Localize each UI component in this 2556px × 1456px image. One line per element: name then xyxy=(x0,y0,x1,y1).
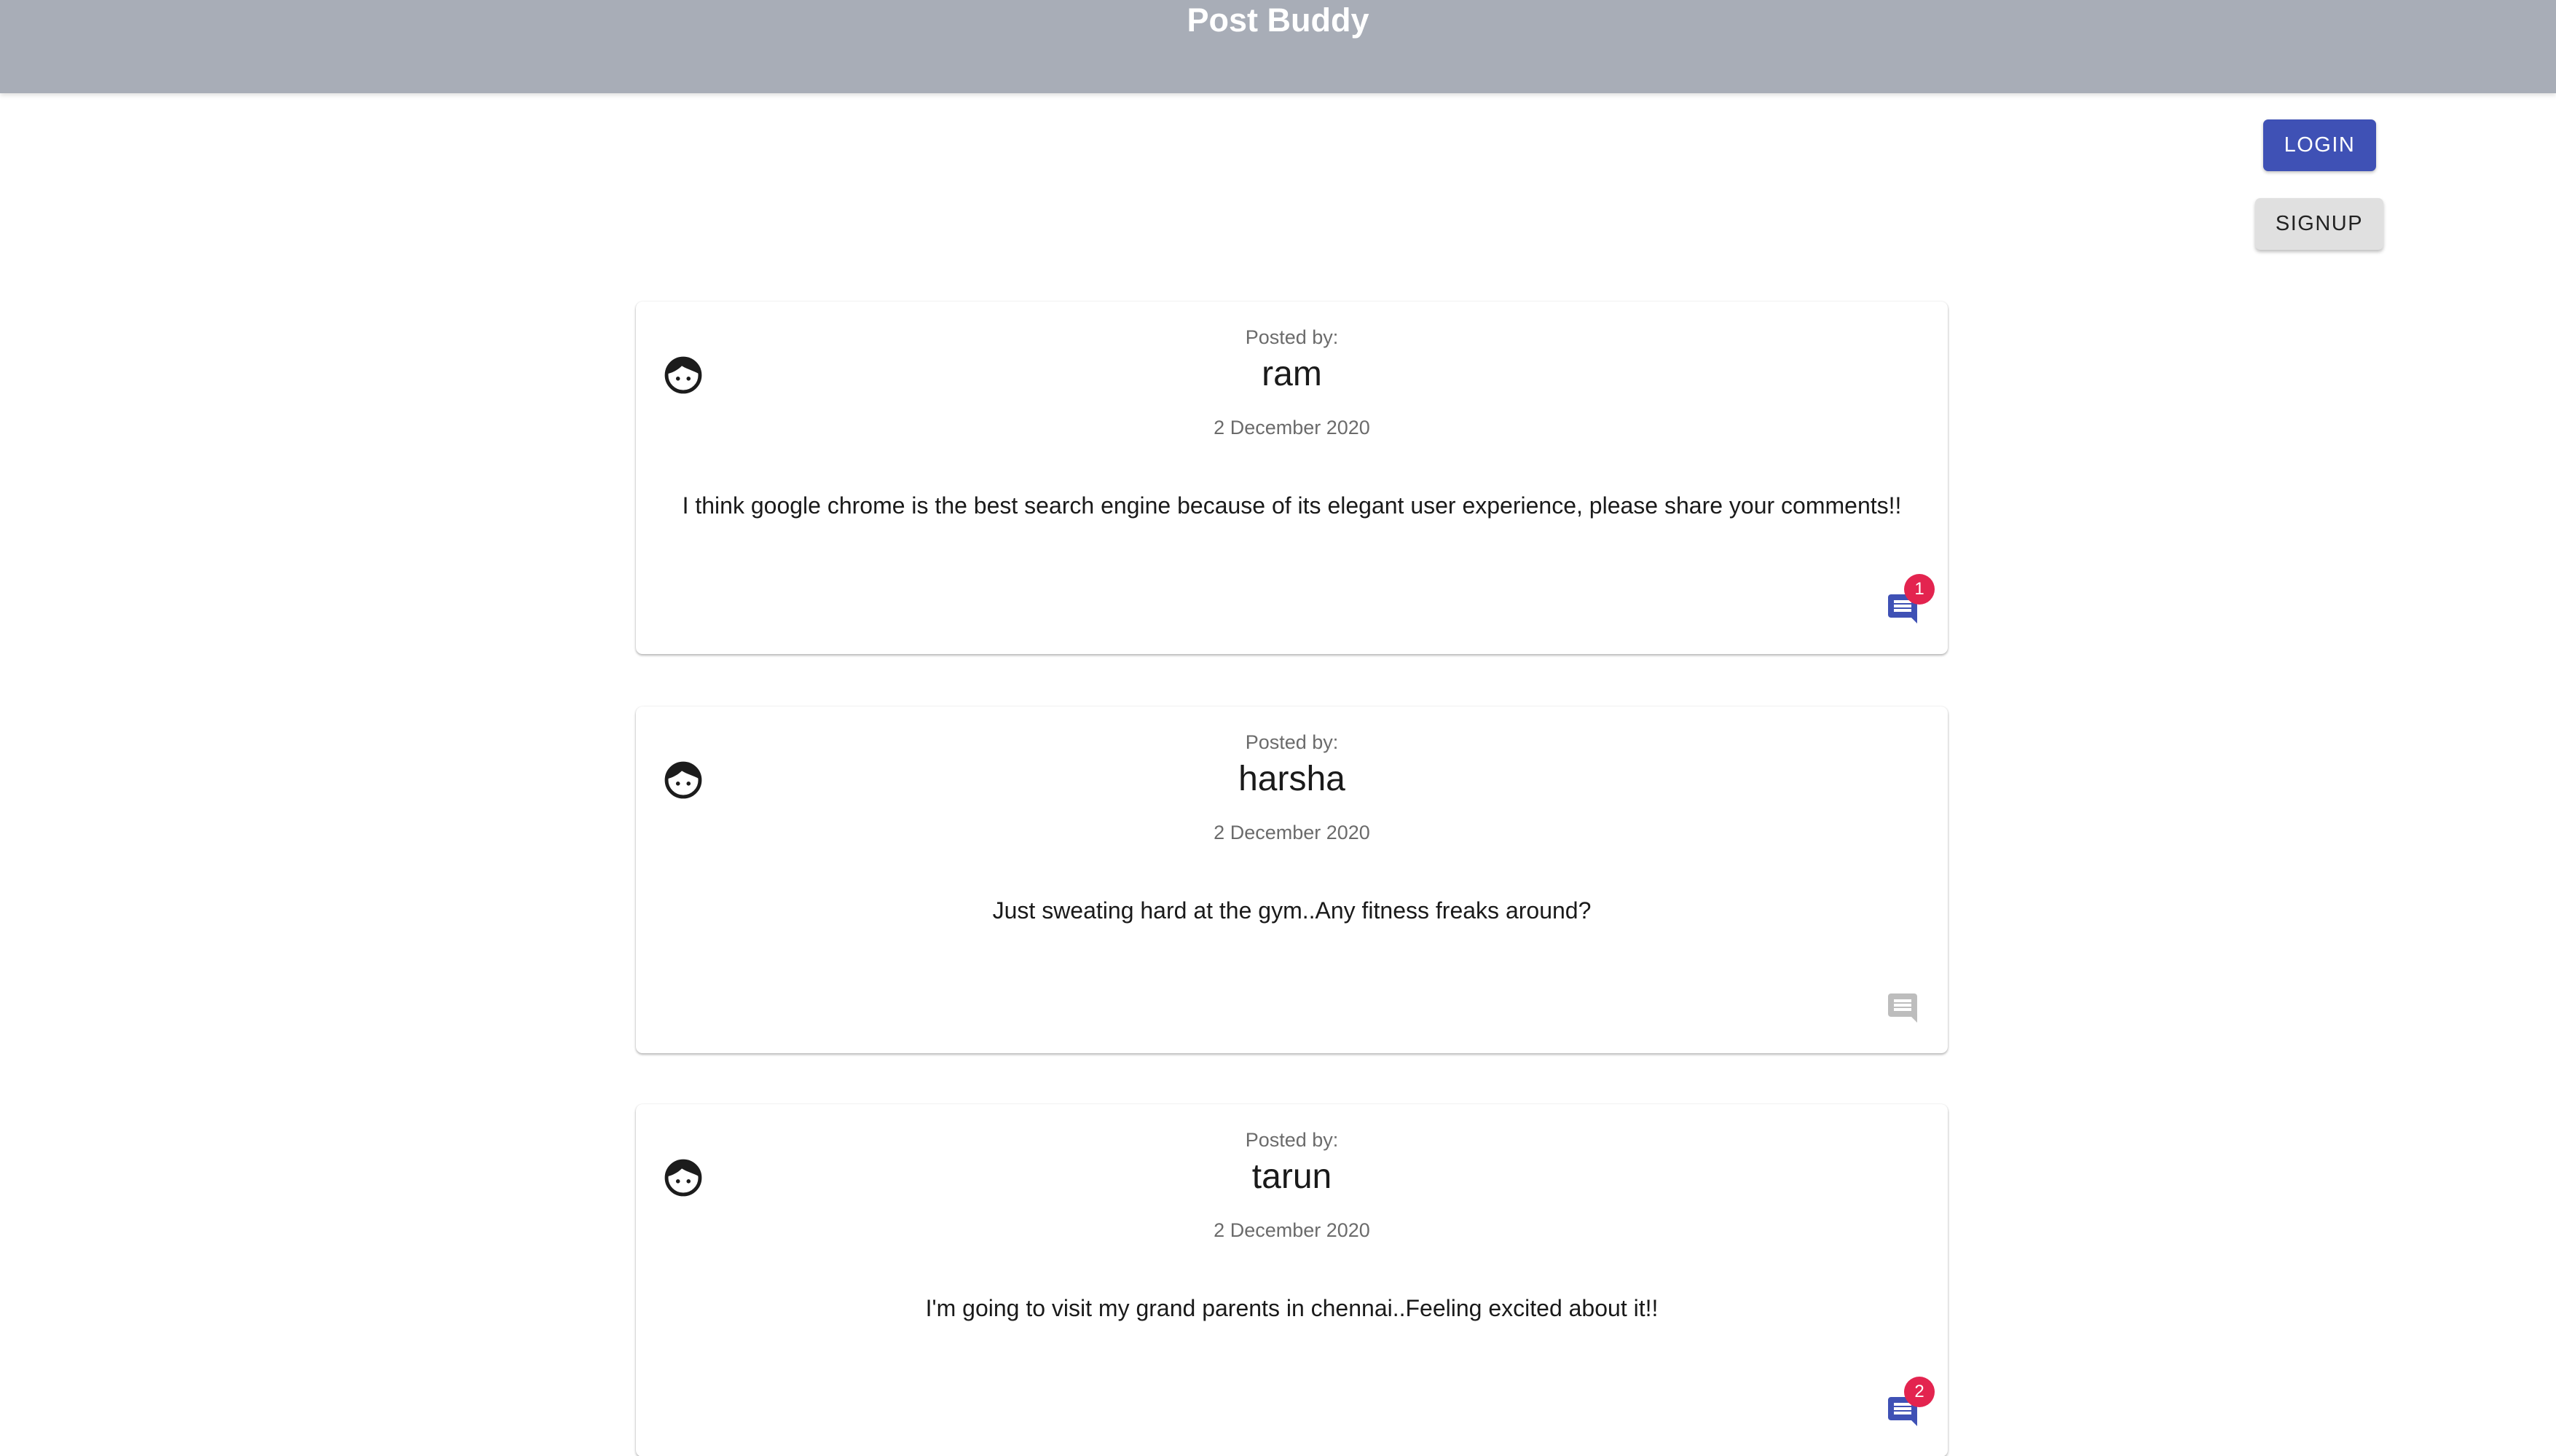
post-card: Posted by: harsha 2 December 2020 Just s… xyxy=(636,707,1948,1053)
posted-by-label: Posted by: xyxy=(1245,1129,1339,1151)
signup-button[interactable]: SIGNUP xyxy=(2255,198,2383,250)
post-date: 2 December 2020 xyxy=(1214,417,1370,438)
comment-button[interactable]: 2 xyxy=(1885,1377,1935,1429)
app-title: Post Buddy xyxy=(1187,1,1369,39)
post-author: ram xyxy=(1262,355,1322,393)
post-date: 2 December 2020 xyxy=(1214,822,1370,843)
comment-button[interactable]: 1 xyxy=(1885,574,1935,626)
post-content: I think google chrome is the best search… xyxy=(682,492,1902,519)
post-content: Just sweating hard at the gym..Any fitne… xyxy=(992,897,1592,924)
page: Post Buddy LOGIN SIGNUP Posted by: ram 2… xyxy=(0,0,2556,1456)
comment-button[interactable] xyxy=(1885,991,1920,1026)
comment-count-badge: 2 xyxy=(1904,1377,1935,1407)
post-card: Posted by: ram 2 December 2020 I think g… xyxy=(636,302,1948,654)
post-date: 2 December 2020 xyxy=(1214,1219,1370,1241)
post-card: Posted by: tarun 2 December 2020 I'm goi… xyxy=(636,1104,1948,1456)
post-content: I'm going to visit my grand parents in c… xyxy=(925,1295,1659,1321)
post-author: harsha xyxy=(1238,760,1345,798)
login-button[interactable]: LOGIN xyxy=(2263,119,2376,171)
posted-by-label: Posted by: xyxy=(1245,731,1339,753)
app-bar: Post Buddy xyxy=(0,0,2556,93)
post-author: tarun xyxy=(1251,1157,1332,1196)
comment-icon xyxy=(1888,993,1917,1023)
comment-count-badge: 1 xyxy=(1904,574,1935,605)
posted-by-label: Posted by: xyxy=(1245,326,1339,348)
